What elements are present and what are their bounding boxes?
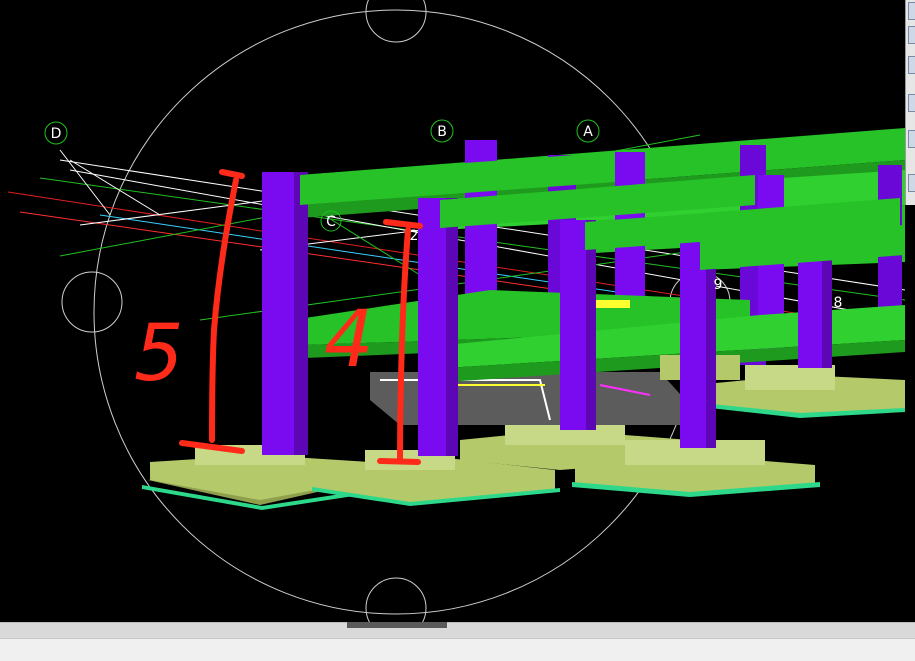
model-canvas[interactable]: D B A C 2 9 8 5 4 [0,0,905,622]
svg-text:C: C [326,214,336,230]
markup-label-5: 5 [134,309,184,399]
status-bar [0,638,915,661]
svg-text:B: B [437,124,447,140]
warning-icon[interactable] [908,2,915,20]
navigation-bar [905,0,915,205]
svg-text:A: A [583,124,593,140]
grid-bubble-b[interactable]: B [430,119,454,143]
home-icon[interactable] [908,94,915,112]
showmotion-icon[interactable] [908,174,915,192]
view-cube-icon[interactable] [908,26,915,44]
orbit-handle-top[interactable] [365,0,427,43]
pan-icon[interactable] [908,56,915,74]
scrollbar-thumb[interactable] [347,622,447,628]
model-viewport-3d[interactable]: D B A C 2 9 8 5 4 [0,0,905,622]
grid-number-9[interactable]: 9 [714,277,723,293]
orbit-icon[interactable] [908,130,915,148]
grid-bubble-a[interactable]: A [576,119,600,143]
orbit-handle-left[interactable] [61,271,123,333]
grid-bubble-c[interactable]: C [320,210,342,232]
svg-text:D: D [51,126,62,142]
markup-label-4: 4 [324,295,374,385]
orbit-handle-bottom[interactable] [365,577,427,622]
horizontal-scrollbar[interactable] [0,622,915,639]
grid-number-8[interactable]: 8 [834,295,843,311]
grid-bubble-d[interactable]: D [44,121,68,145]
viewport-right-edge [905,205,915,622]
